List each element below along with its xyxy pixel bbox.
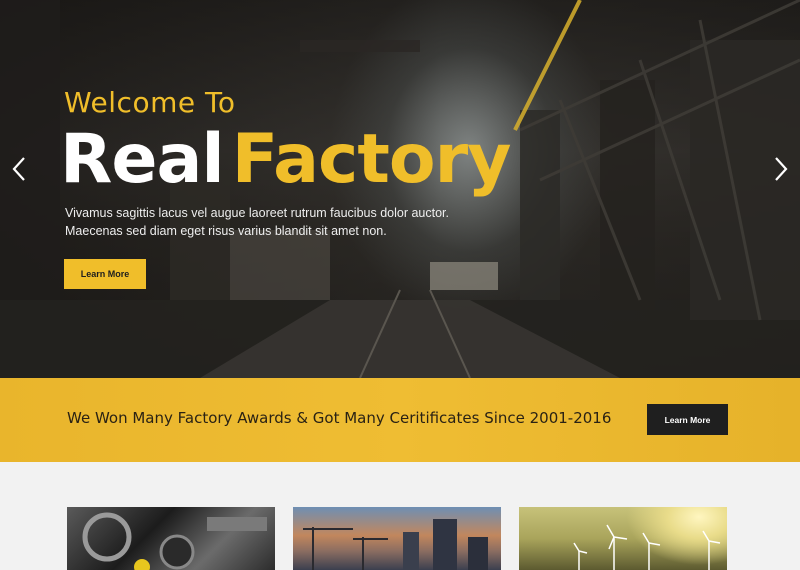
hero-slider: Welcome To Real Factory Vivamus sagittis … — [0, 0, 800, 378]
hero-description-line2: Maecenas sed diam eget risus varius blan… — [65, 224, 387, 238]
card-image-wind[interactable] — [519, 507, 727, 570]
service-cards — [0, 462, 800, 570]
city-skyline-image — [303, 519, 488, 570]
wind-turbines-image — [573, 524, 721, 570]
hero-title: Real Factory — [60, 120, 512, 200]
slider-prev-button[interactable] — [4, 152, 34, 186]
chevron-left-icon — [12, 157, 25, 181]
awards-text: We Won Many Factory Awards & Got Many Ce… — [67, 409, 612, 427]
hero-description: Vivamus sagittis lacus vel augue laoreet… — [65, 204, 465, 240]
awards-band: We Won Many Factory Awards & Got Many Ce… — [0, 378, 800, 462]
slider-next-button[interactable] — [766, 152, 796, 186]
awards-learn-more-button[interactable]: Learn More — [647, 404, 728, 435]
card-image-engine[interactable] — [67, 507, 275, 570]
hero-title-factory: Factory — [231, 120, 512, 199]
hero-welcome-text: Welcome To — [64, 86, 236, 119]
hero-learn-more-button[interactable]: Learn More — [64, 259, 146, 289]
hero-description-line1: Vivamus sagittis lacus vel augue laoreet… — [65, 206, 449, 220]
chevron-right-icon — [775, 157, 788, 181]
hero-title-real: Real — [60, 120, 225, 199]
engine-parts-image — [82, 512, 267, 570]
card-image-city[interactable] — [293, 507, 501, 570]
